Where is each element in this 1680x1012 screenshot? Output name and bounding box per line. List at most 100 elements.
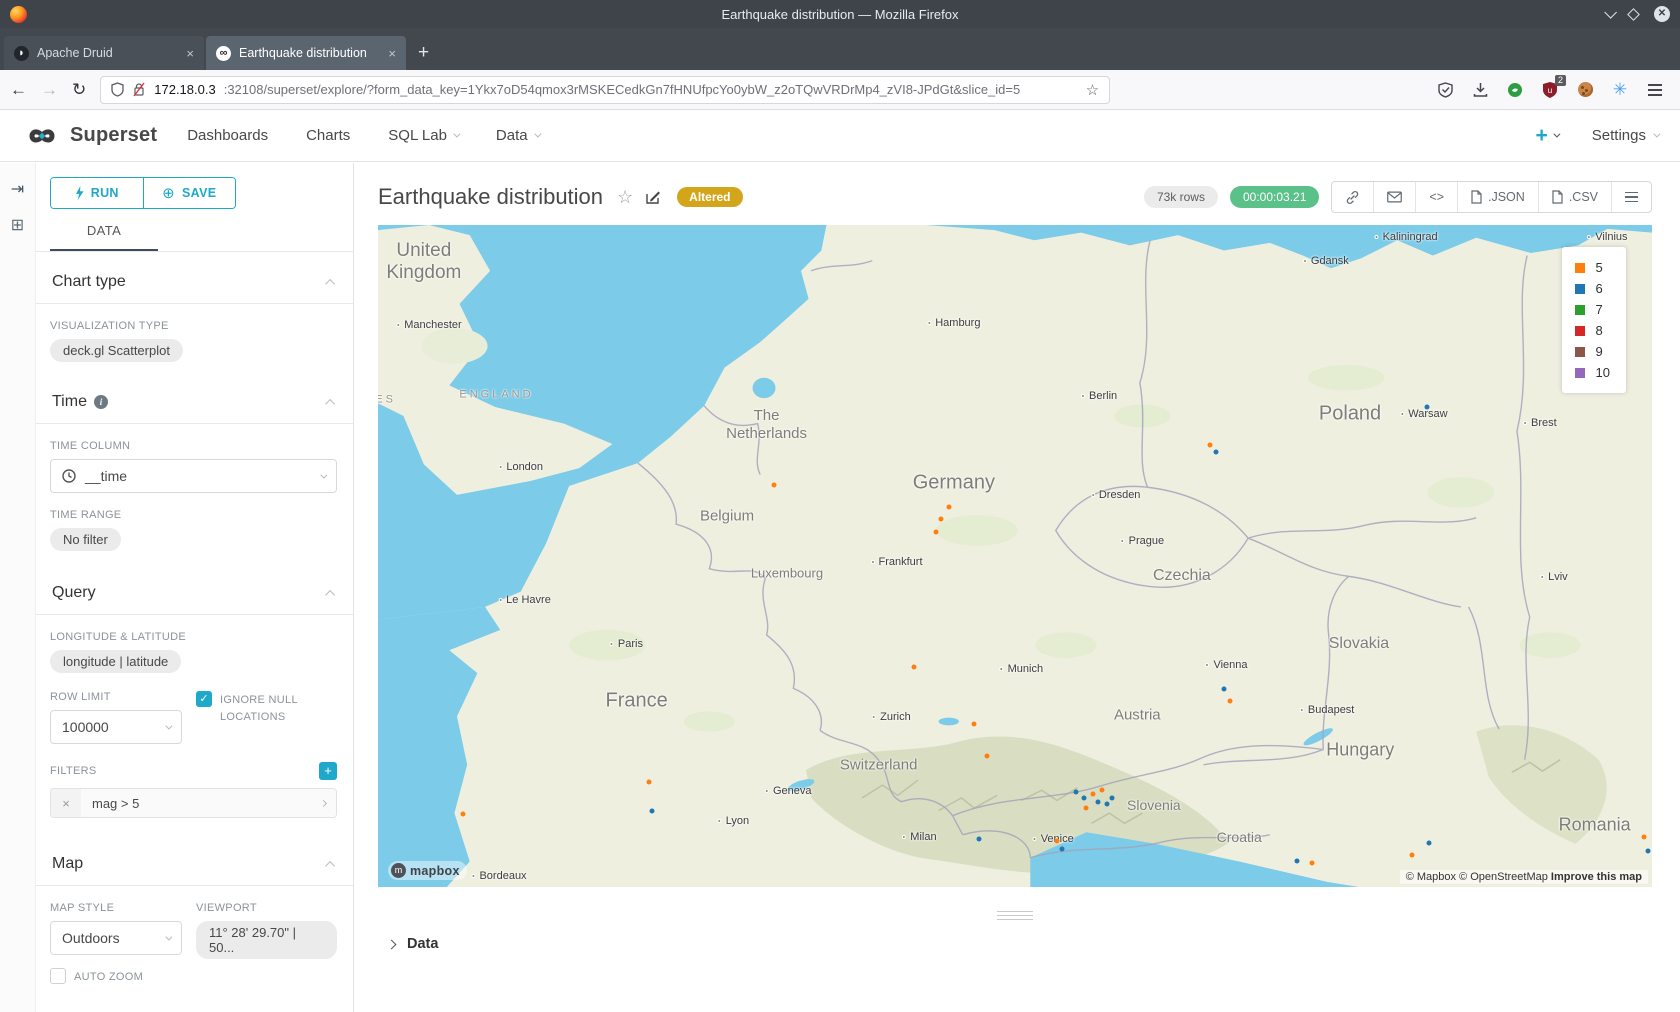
chevron-down-icon [1653, 131, 1660, 138]
legend-item: 8 [1575, 320, 1610, 341]
window-minimize-button[interactable] [1604, 6, 1617, 19]
scatter-point [1228, 698, 1233, 703]
map-attribution[interactable]: © Mapbox © OpenStreetMap Improve this ma… [1400, 870, 1648, 884]
remove-filter-icon[interactable]: × [51, 789, 81, 817]
datasource-grid-icon[interactable]: ⊞ [11, 215, 24, 235]
tab-bar: ◗ Apache Druid × ∞ Earthquake distributi… [0, 28, 1680, 70]
filter-item[interactable]: × mag > 5 [50, 788, 337, 818]
time-range-value[interactable]: No filter [50, 528, 121, 551]
copy-link-button[interactable] [1332, 182, 1373, 212]
forward-icon[interactable]: → [41, 80, 58, 100]
settings-menu[interactable]: Settings [1592, 127, 1658, 144]
window-title: Earthquake distribution — Mozilla Firefo… [0, 7, 1680, 22]
run-button[interactable]: RUN [51, 178, 143, 208]
section-map[interactable]: Map [50, 834, 337, 885]
reload-icon[interactable]: ↻ [72, 80, 86, 100]
tab-earthquake-distribution[interactable]: ∞ Earthquake distribution × [206, 36, 406, 70]
superset-logo[interactable]: Superset [22, 124, 157, 148]
cookie-extension-icon[interactable] [1576, 81, 1594, 99]
tab-close-icon[interactable]: × [388, 46, 396, 61]
viewport-label: VIEWPORT [196, 902, 337, 914]
row-limit-label: ROW LIMIT [50, 691, 182, 703]
bookmark-star-icon[interactable]: ☆ [1086, 81, 1099, 99]
side-icon-strip: ⇥ ⊞ [0, 163, 36, 1012]
ignore-null-checkbox-row[interactable]: ✓ IGNORE NULL LOCATIONS [196, 691, 337, 726]
shield-check-extension-icon[interactable] [1436, 81, 1454, 99]
scatter-point [1221, 687, 1226, 692]
lightning-icon [75, 186, 84, 200]
section-time[interactable]: Timei [50, 372, 337, 423]
chevron-up-icon [325, 398, 335, 408]
legend-swatch-icon [1575, 347, 1585, 357]
ublock-shield-icon[interactable]: u2 [1541, 81, 1559, 99]
chevron-down-icon [453, 131, 460, 138]
checkbox-empty-icon[interactable] [50, 968, 66, 984]
tab-apache-druid[interactable]: ◗ Apache Druid × [4, 36, 204, 70]
control-panel: RUN ⊕ SAVE DATA Chart type VISUALIZATION… [36, 163, 354, 1012]
scatter-point [1084, 805, 1089, 810]
scatter-point [934, 529, 939, 534]
mapbox-logo[interactable]: m mapbox [388, 861, 467, 880]
map-style-label: MAP STYLE [50, 902, 182, 914]
new-item-button[interactable]: + [1536, 124, 1558, 148]
lonlat-value[interactable]: longitude | latitude [50, 650, 181, 673]
time-column-select[interactable]: __time [50, 459, 337, 493]
downloads-icon[interactable] [1471, 81, 1489, 99]
save-button[interactable]: ⊕ SAVE [143, 178, 236, 208]
nav-dashboards[interactable]: Dashboards [187, 127, 268, 144]
scatter-point [1642, 835, 1647, 840]
time-range-label: TIME RANGE [50, 509, 337, 521]
legend-item: 10 [1575, 362, 1610, 383]
legend-swatch-icon [1575, 326, 1585, 336]
insecure-lock-icon[interactable] [132, 82, 146, 97]
tab-close-icon[interactable]: × [186, 46, 194, 61]
chevron-down-icon [165, 933, 172, 940]
back-icon[interactable]: ← [10, 80, 27, 100]
scatter-point [1090, 792, 1095, 797]
green-extension-icon[interactable] [1506, 81, 1524, 99]
edit-icon[interactable] [645, 189, 661, 205]
favorite-star-icon[interactable]: ☆ [617, 187, 633, 208]
panel-resize-handle[interactable] [997, 911, 1033, 920]
tracking-shield-icon[interactable] [111, 82, 124, 97]
export-csv-button[interactable]: .CSV [1538, 182, 1611, 212]
tab-data[interactable]: DATA [50, 223, 158, 251]
url-bar[interactable]: 172.18.0.3:32108/superset/explore/?form_… [100, 76, 1110, 104]
menu-icon[interactable] [1646, 81, 1664, 99]
scatter-point [1060, 847, 1065, 852]
export-json-button[interactable]: .JSON [1457, 182, 1538, 212]
checkbox-checked-icon[interactable]: ✓ [196, 691, 212, 707]
window-maximize-button[interactable] [1627, 8, 1640, 21]
time-column-label: TIME COLUMN [50, 440, 337, 452]
viewport-value[interactable]: 11° 28' 29.70" | 50... [196, 921, 337, 959]
email-button[interactable] [1373, 182, 1415, 212]
section-chart-type[interactable]: Chart type [50, 252, 337, 303]
nav-sql-lab[interactable]: SQL Lab [388, 127, 458, 144]
new-tab-button[interactable]: + [418, 42, 429, 64]
scatter-point [1207, 442, 1212, 447]
map-style-select[interactable]: Outdoors [50, 921, 182, 955]
auto-zoom-checkbox-row[interactable]: AUTO ZOOM [50, 968, 182, 986]
window-close-button[interactable]: ✕ [1654, 6, 1670, 22]
map-canvas[interactable]: United KingdomENGLANDESThe NetherlandsBe… [378, 225, 1652, 887]
scatter-point [649, 808, 654, 813]
nav-charts[interactable]: Charts [306, 127, 350, 144]
collapse-panel-icon[interactable]: ⇥ [11, 179, 24, 199]
improve-map-link[interactable]: Improve this map [1551, 871, 1642, 883]
add-filter-button[interactable]: + [319, 762, 337, 780]
filter-expand-icon[interactable] [310, 789, 336, 817]
nav-data[interactable]: Data [496, 127, 539, 144]
legend-item: 9 [1575, 341, 1610, 362]
legend-label: 8 [1596, 323, 1603, 338]
viz-type-value[interactable]: deck.gl Scatterplot [50, 339, 183, 362]
section-point-size[interactable]: Point Size [50, 1000, 337, 1012]
starburst-extension-icon[interactable]: ✳ [1611, 81, 1629, 99]
embed-code-button[interactable]: <> [1415, 182, 1457, 212]
data-panel-toggle[interactable]: Data [378, 936, 1652, 952]
filter-expression[interactable]: mag > 5 [81, 789, 310, 817]
section-query[interactable]: Query [50, 563, 337, 614]
chart-menu-button[interactable] [1611, 182, 1651, 212]
scatter-point [1427, 841, 1432, 846]
row-limit-select[interactable]: 100000 [50, 710, 182, 744]
scatter-point [977, 837, 982, 842]
